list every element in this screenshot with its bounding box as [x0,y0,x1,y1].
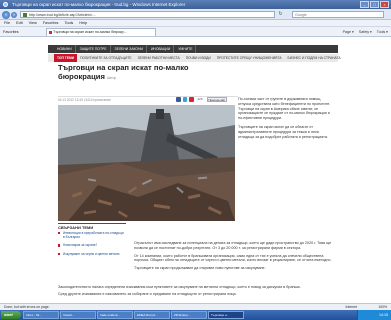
window-titlebar: Търговци на скрап искат по-малко бюрокра… [0,0,391,9]
window-title: Търговци на скрап искат по-малко бюрокра… [12,2,186,7]
recommend-button[interactable]: Препоръчай [206,97,227,102]
topnav-item[interactable]: УМНИТЕ [175,45,197,53]
article-paragraph: Отрасълът има изследване за потенциала н… [134,241,332,250]
article-date: 04.12.2012 13:43 | 3413 прочитания [58,98,111,102]
taskbar-item-active[interactable]: Търговци н... [208,311,244,319]
article-paragraph: От 14 компании, които работят в браншова… [134,253,332,263]
browser-tab[interactable]: Търговци на скрап искат по-малко бюрокр.… [46,28,156,36]
site-container: НОВИНИ ЗАЩИТЕ ПОТРЕ ЗЕЛЕНИ ЗАКОНИ ИНОВАЦ… [48,37,341,303]
article-paragraph: Сред другите изисквания е изискването за… [58,291,237,296]
secnav-item[interactable]: БИЗНЕС И ПОДЕМ НА СТРАНАТА [285,54,344,62]
favorites-bar: Favorites Търговци на скрап искат по-мал… [0,27,391,37]
favorites-button[interactable]: Favorites [3,29,19,35]
status-text: Done, but with errors on page. [4,305,50,309]
menu-edit[interactable]: Edit [16,20,23,26]
headline-note: Автор [107,75,117,80]
command-bar: Page ▾ Safety ▾ Tools ▾ [343,29,388,35]
topnav-item[interactable]: НОВИНИ [54,45,76,53]
secnav-item[interactable]: ПОЛИТИКИТЕ ЗА ОТПАДЪЦИТЕ [77,54,134,62]
menu-view[interactable]: View [29,20,37,26]
start-button[interactable]: start [1,311,21,319]
system-clock: 14:15 [357,310,391,320]
search-input[interactable]: Google [292,11,384,18]
url-text: http://www.trud.bg/Article.asp?ArticleId… [29,13,96,17]
address-input[interactable]: http://www.trud.bg/Article.asp?ArticleId… [20,11,275,18]
safety-menu[interactable]: Safety ▾ [359,29,372,35]
site-top-nav: НОВИНИ ЗАЩИТЕ ПОТРЕ ЗЕЛЕНИ ЗАКОНИ ИНОВАЦ… [48,45,338,53]
article-body-middle: Отрасълът има изследване за потенциала н… [134,241,334,274]
ie-icon [3,2,8,7]
article-paragraph: Търговците на скрап продължават да откри… [134,266,266,271]
status-bar: Done, but with errors on page. Internet … [0,303,391,310]
menu-tools[interactable]: Tools [64,20,73,26]
taskbar-item[interactable]: ZM Enterp... [171,311,207,319]
taskbar-item[interactable]: trade evidenc... [97,311,133,319]
email-icon[interactable] [189,97,194,102]
taskbar-buttons: Inbox - Mi... Vessel... trade evidenc...… [23,311,244,319]
article-right-column: По-голяма част от групите в държавната п… [238,97,334,143]
share-bar: 425 Препоръчай [176,97,227,102]
article-paragraph: Законодателството налага определени изис… [58,285,301,289]
scrap-yard-image [58,105,235,221]
article-paragraph: По-голяма част от групите в държавната п… [238,97,331,121]
topnav-item[interactable]: ЗЕЛЕНИ ЗАКОНИ [112,45,147,53]
secnav-item[interactable]: ЗЕЛЕНИ РАБОТНИ МЕСТА [135,54,183,62]
related-link[interactable]: Инвестиции в преработката на отпадъци в … [58,231,126,239]
twitter-icon[interactable] [182,97,187,102]
topnav-item[interactable]: ЗАЩИТЕ ПОТРЕ [77,45,111,53]
article-headline: Търговци на скрап искат по-малко бюрокра… [58,63,218,82]
secnav-item[interactable]: ПОЧВИ И ВОДИ [183,54,214,62]
article-paragraph: Търговците на скрап могат да се облагат … [238,124,328,139]
related-topics: СВЪРЗАНИ ТЕМИ Инвестиции в преработката … [58,223,126,285]
tools-menu[interactable]: Tools ▾ [377,29,388,35]
article-body-bottom: Законодателството налага определени изис… [58,285,334,299]
related-link[interactable]: Нова мярка за скрапа? [58,243,126,247]
page-viewport: НОВИНИ ЗАЩИТЕ ПОТРЕ ЗЕЛЕНИ ЗАКОНИ ИНОВАЦ… [0,37,391,303]
menu-favorites[interactable]: Favorites [43,20,59,26]
menu-bar: File Edit View Favorites Tools Help [0,20,391,27]
article-photo [58,105,235,221]
related-link[interactable]: Изкупуване на черни и цветни метали [58,252,126,256]
search-placeholder: Google [295,13,307,17]
windows-taskbar: start Inbox - Mi... Vessel... trade evid… [0,310,391,320]
taskbar-item[interactable]: EMEA Recycl... [134,311,170,319]
secnav-item-active[interactable]: ТОП ТЕМИ [54,54,78,62]
secnav-item[interactable]: ПРОТЕСТИТЕ СРЕЩУ УНИЩОЖЕНИЯТА [214,54,285,62]
topnav-item[interactable]: ИНОВАЦИИ [148,45,175,53]
taskbar-item[interactable]: Vessel... [60,311,96,319]
forward-button[interactable]: › [11,11,17,18]
page-menu[interactable]: Page ▾ [343,29,354,35]
back-button[interactable]: ‹ [2,10,10,19]
menu-help[interactable]: Help [79,20,87,26]
close-button[interactable]: × [380,1,389,8]
taskbar-item[interactable]: Inbox - Mi... [23,311,59,319]
maximize-button[interactable]: □ [370,1,379,8]
site-section-nav: ТОП ТЕМИ ПОЛИТИКИТЕ ЗА ОТПАДЪЦИТЕ ЗЕЛЕНИ… [48,54,341,62]
menu-file[interactable]: File [4,20,10,26]
refresh-icon[interactable]: ↻ [277,11,284,18]
window-controls: – □ × [360,1,389,8]
related-topics-title: СВЪРЗАНИ ТЕМИ [58,225,94,230]
minimize-button[interactable]: – [360,1,369,8]
headline-text: Търговци на скрап искат по-малко бюрокра… [58,63,189,81]
facebook-icon[interactable] [176,97,181,102]
address-bar-row: ‹ › http://www.trud.bg/Article.asp?Artic… [0,9,391,20]
page-icon [23,13,27,17]
share-count: 425 [197,97,203,102]
